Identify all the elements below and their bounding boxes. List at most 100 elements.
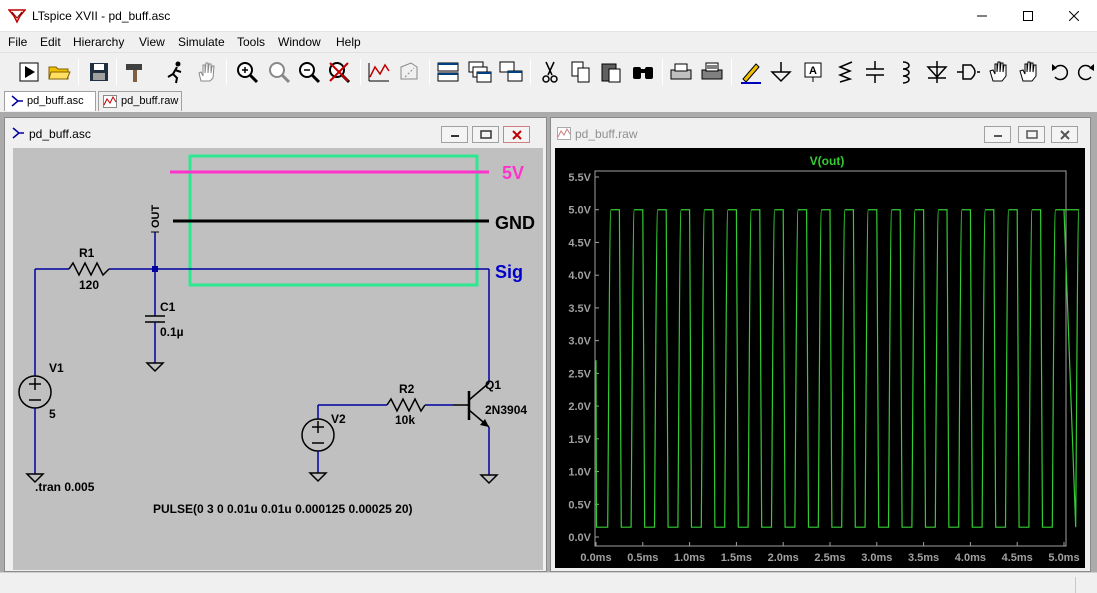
paste-icon[interactable] — [598, 59, 624, 85]
close-icon — [1069, 11, 1079, 21]
menu-tools[interactable]: Tools — [237, 35, 265, 49]
capacitor-icon[interactable] — [862, 59, 888, 85]
r1-name: R1 — [79, 246, 95, 260]
component-icon[interactable] — [955, 59, 981, 85]
waveform-icon — [103, 95, 117, 108]
toolbar: A — [0, 52, 1097, 90]
print-setup-icon[interactable] — [699, 59, 725, 85]
tile-horizontal-icon[interactable] — [435, 59, 461, 85]
net-label-gnd: GND — [495, 213, 535, 233]
waveform-window-title: pd_buff.raw — [575, 127, 638, 141]
status-cell — [1075, 577, 1095, 593]
label-icon[interactable]: A — [800, 59, 826, 85]
tran-directive[interactable]: .tran 0.005 — [35, 480, 95, 494]
move-icon[interactable] — [986, 59, 1012, 85]
title-bar: LTspice XVII - pd_buff.asc — [0, 0, 1097, 32]
x-tick-label: 3.5ms — [908, 552, 939, 564]
cut-icon[interactable] — [537, 59, 563, 85]
tab-schematic[interactable]: pd_buff.asc — [4, 91, 96, 111]
x-tick-label: 0.0ms — [580, 552, 611, 564]
cascade-icon[interactable] — [467, 59, 493, 85]
minimize-icon — [977, 15, 987, 17]
waveform-window[interactable]: pd_buff.raw V(out) 5.5V 5.0V 4.5V 4.0V 3.5V 3… — [550, 117, 1091, 572]
hammer-icon[interactable] — [122, 59, 148, 85]
y-tick-label: 0.5V — [568, 499, 591, 511]
zoom-cancel-icon[interactable] — [326, 59, 352, 85]
menu-simulate[interactable]: Simulate — [178, 35, 225, 49]
y-tick-label: 5.5V — [568, 172, 591, 184]
x-tick-label: 0.5ms — [627, 552, 658, 564]
waveform-minimize-button[interactable] — [984, 126, 1011, 143]
tab-waveform[interactable]: pd_buff.raw — [98, 91, 182, 111]
probe-run-icon[interactable] — [162, 59, 188, 85]
autoscale-icon[interactable] — [366, 59, 392, 85]
trace-label[interactable]: V(out) — [810, 154, 845, 168]
y-tick-label: 3.5V — [568, 303, 591, 315]
hand-icon[interactable] — [193, 59, 219, 85]
v1-value: 5 — [49, 407, 56, 421]
y-tick-label: 4.5V — [568, 237, 591, 249]
menu-window[interactable]: Window — [278, 35, 321, 49]
waveform-plot[interactable]: V(out) 5.5V 5.0V 4.5V 4.0V 3.5V 3.0V 2.5V 2.0V 1… — [555, 148, 1085, 568]
q1-name: Q1 — [485, 378, 501, 392]
undo-icon[interactable] — [1048, 59, 1074, 85]
schematic-close-button[interactable] — [503, 126, 530, 143]
waveform-window-titlebar[interactable]: pd_buff.raw — [551, 118, 1090, 148]
v2-name: V2 — [331, 412, 346, 426]
zoom-fit-icon[interactable] — [266, 59, 292, 85]
schematic-restore-button[interactable] — [472, 126, 499, 143]
x-tick-label: 4.5ms — [1002, 552, 1033, 564]
menu-help[interactable]: Help — [336, 35, 361, 49]
y-tick-label: 2.5V — [568, 368, 591, 380]
y-tick-label: 4.0V — [568, 270, 591, 282]
copy-icon[interactable] — [568, 59, 594, 85]
menu-view[interactable]: View — [139, 35, 165, 49]
waveform-restore-button[interactable] — [1018, 126, 1045, 143]
c1-value: 0.1µ — [160, 325, 184, 339]
schematic-window[interactable]: pd_buff.asc 5V GND OUT Sig R1 120 C1 0.1… — [4, 117, 547, 572]
close-button[interactable] — [1051, 0, 1097, 32]
waveform-icon — [557, 127, 571, 140]
save-icon[interactable] — [86, 59, 112, 85]
x-tick-label: 4.0ms — [955, 552, 986, 564]
menu-bar: File Edit Hierarchy View Simulate Tools … — [0, 32, 1097, 52]
waveform-close-button[interactable] — [1051, 126, 1078, 143]
zoom-in-icon[interactable] — [234, 59, 260, 85]
restore-icon — [479, 130, 492, 139]
open-icon[interactable] — [46, 59, 72, 85]
drag-icon[interactable] — [1016, 59, 1042, 85]
pulse-source-spec[interactable]: PULSE(0 3 0 0.01u 0.01u 0.000125 0.00025… — [153, 502, 413, 516]
schematic-icon — [12, 127, 24, 139]
x-tick-label: 2.5ms — [814, 552, 845, 564]
svg-text:A: A — [809, 65, 817, 77]
mdi-client-area: pd_buff.asc 5V GND OUT Sig R1 120 C1 0.1… — [0, 112, 1097, 572]
inductor-icon[interactable] — [893, 59, 919, 85]
zoom-out-icon[interactable] — [296, 59, 322, 85]
net-label-5v: 5V — [502, 163, 524, 183]
minimize-button[interactable] — [959, 0, 1005, 32]
find-icon[interactable] — [630, 59, 656, 85]
menu-edit[interactable]: Edit — [40, 35, 61, 49]
diode-icon[interactable] — [924, 59, 950, 85]
ground-icon[interactable] — [768, 59, 794, 85]
schematic-canvas[interactable]: 5V GND OUT Sig R1 120 C1 0.1µ V1 5 .tran… — [13, 148, 543, 570]
schematic-minimize-button[interactable] — [441, 126, 468, 143]
menu-file[interactable]: File — [8, 35, 27, 49]
menu-hierarchy[interactable]: Hierarchy — [73, 35, 124, 49]
schematic-window-titlebar[interactable]: pd_buff.asc — [5, 118, 546, 148]
tile-icon[interactable] — [498, 59, 524, 85]
plot-settings-icon[interactable] — [396, 59, 422, 85]
c1-name: C1 — [160, 300, 176, 314]
minimize-icon — [993, 134, 1002, 137]
x-tick-label: 1.0ms — [674, 552, 705, 564]
maximize-button[interactable] — [1005, 0, 1051, 32]
run-icon[interactable] — [16, 59, 42, 85]
q1-value: 2N3904 — [485, 403, 527, 417]
resistor-icon[interactable] — [832, 59, 858, 85]
pencil-icon[interactable] — [738, 59, 764, 85]
print-icon[interactable] — [668, 59, 694, 85]
y-tick-label: 3.0V — [568, 336, 591, 348]
schematic-window-title: pd_buff.asc — [29, 127, 91, 141]
redo-icon[interactable] — [1072, 59, 1097, 85]
x-tick-label: 1.5ms — [721, 552, 752, 564]
